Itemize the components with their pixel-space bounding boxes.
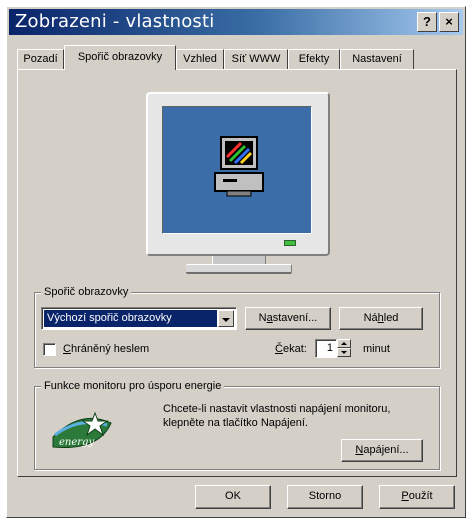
monitor-stand-neck bbox=[212, 256, 266, 264]
close-button[interactable]: × bbox=[439, 12, 459, 32]
spin-up-icon[interactable] bbox=[337, 339, 351, 348]
screensaver-select[interactable]: Výchozí spořič obrazovky bbox=[41, 307, 237, 330]
energy-star-logo-icon: energy bbox=[52, 411, 112, 448]
screensaver-group-label: Spořič obrazovky bbox=[41, 285, 132, 299]
power-button[interactable]: Napájení... bbox=[341, 439, 423, 462]
properties-dialog: Zobrazeni - vlastnosti ? × Pozadí Spořič… bbox=[6, 6, 466, 518]
energy-description-line1: Chcete-li nastavit vlastnosti napájení m… bbox=[163, 403, 391, 415]
spin-down-icon[interactable] bbox=[337, 348, 351, 357]
wait-minutes-spinner[interactable] bbox=[337, 339, 351, 357]
password-checkbox[interactable] bbox=[43, 343, 56, 356]
ok-button[interactable]: OK bbox=[195, 485, 271, 509]
wait-unit-label: minut bbox=[363, 343, 390, 355]
tab-effects[interactable]: Efekty bbox=[288, 49, 340, 69]
desktop-preview bbox=[162, 106, 312, 234]
preview-button[interactable]: Náhled bbox=[339, 307, 423, 330]
monitor-preview bbox=[146, 92, 330, 256]
screensaver-selected-value: Výchozí spořič obrazovky bbox=[44, 310, 217, 327]
wait-label: Čekat: bbox=[275, 343, 307, 355]
password-checkbox-label[interactable]: Chráněný heslem bbox=[63, 343, 149, 355]
tab-screensaver[interactable]: Spořič obrazovky bbox=[64, 45, 176, 70]
energy-group: Funkce monitoru pro úsporu energie energ… bbox=[34, 379, 440, 470]
screensaver-group: Spořič obrazovky Výchozí spořič obrazovk… bbox=[34, 285, 440, 368]
windows-pc-icon bbox=[214, 136, 264, 197]
help-button[interactable]: ? bbox=[417, 12, 437, 32]
tab-background[interactable]: Pozadí bbox=[17, 49, 64, 69]
window-title: Zobrazeni - vlastnosti bbox=[15, 11, 215, 32]
tab-settings[interactable]: Nastavení bbox=[340, 49, 414, 69]
wait-minutes-input[interactable]: 1 bbox=[315, 339, 337, 358]
tab-panel: Spořič obrazovky Výchozí spořič obrazovk… bbox=[17, 69, 457, 477]
screensaver-settings-button[interactable]: Nastavení... bbox=[245, 307, 331, 330]
apply-button[interactable]: Použít bbox=[379, 485, 455, 509]
title-bar[interactable]: Zobrazeni - vlastnosti ? × bbox=[9, 9, 463, 35]
energy-group-label: Funkce monitoru pro úsporu energie bbox=[41, 379, 225, 393]
energy-description-line2: klepněte na tlačítko Napájení. bbox=[163, 417, 308, 429]
svg-text:energy: energy bbox=[59, 437, 94, 448]
power-led-icon bbox=[284, 240, 296, 246]
monitor-stand-base bbox=[186, 264, 292, 274]
tab-web[interactable]: Síť WWW bbox=[224, 49, 288, 69]
cancel-button[interactable]: Storno bbox=[287, 485, 363, 509]
tab-appearance[interactable]: Vzhled bbox=[176, 49, 224, 69]
chevron-down-icon[interactable] bbox=[218, 310, 234, 327]
